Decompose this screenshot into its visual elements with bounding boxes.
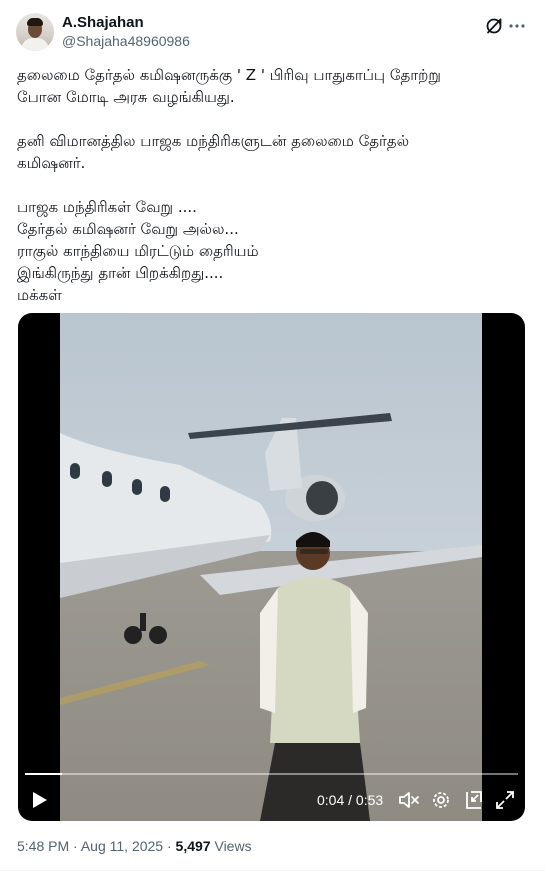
views-label: Views bbox=[214, 838, 252, 854]
time-separator: / bbox=[348, 792, 353, 808]
avatar[interactable] bbox=[16, 13, 54, 51]
video-player[interactable]: 0:04 / 0:53 bbox=[18, 313, 525, 821]
divider bbox=[0, 870, 545, 871]
author-display-name[interactable]: A.Shajahan bbox=[62, 14, 190, 32]
tweet-text: தலைமை தேர்தல் கமிஷனருக்கு ' Z ' பிரிவு ப… bbox=[17, 64, 529, 306]
tweet-card: A.Shajahan @Shajaha48960986 தலைமை தேர்தல… bbox=[0, 0, 545, 873]
video-elapsed: 0:04 bbox=[317, 792, 345, 808]
tweet-date[interactable]: Aug 11, 2025 bbox=[81, 838, 163, 854]
grok-icon[interactable] bbox=[484, 16, 504, 36]
meta-separator: · bbox=[166, 838, 172, 854]
volume-muted-icon[interactable] bbox=[397, 788, 421, 812]
play-icon[interactable] bbox=[27, 788, 51, 812]
tweet-paragraph: பாஜக மந்திரிகள் வேறு .... தேர்தல் கமிஷனர… bbox=[17, 198, 259, 304]
progress-bar[interactable] bbox=[25, 773, 518, 775]
video-duration: 0:53 bbox=[355, 792, 384, 808]
video-time: 0:04 / 0:53 bbox=[317, 792, 383, 808]
meta-separator: · bbox=[73, 838, 78, 854]
tweet-header: A.Shajahan @Shajaha48960986 bbox=[16, 13, 528, 53]
author-names: A.Shajahan @Shajaha48960986 bbox=[62, 14, 190, 50]
tweet-time[interactable]: 5:48 PM bbox=[17, 838, 69, 854]
progress-fill bbox=[25, 773, 62, 775]
tweet-meta: 5:48 PM · Aug 11, 2025 · 5,497 Views bbox=[17, 838, 252, 854]
author-handle[interactable]: @Shajaha48960986 bbox=[62, 32, 190, 50]
video-controls: 0:04 / 0:53 bbox=[18, 783, 525, 817]
tweet-paragraph: தனி விமானத்தில பாஜக மந்திரிகளுடன் தலைமை … bbox=[17, 132, 410, 172]
settings-icon[interactable] bbox=[429, 788, 453, 812]
tweet-paragraph: தலைமை தேர்தல் கமிஷனருக்கு ' Z ' பிரிவு ப… bbox=[17, 66, 441, 106]
more-icon[interactable] bbox=[507, 16, 527, 36]
picture-in-picture-icon[interactable] bbox=[461, 788, 485, 812]
video-frame[interactable] bbox=[60, 313, 482, 821]
views-count: 5,497 bbox=[175, 838, 211, 854]
fullscreen-icon[interactable] bbox=[493, 788, 517, 812]
